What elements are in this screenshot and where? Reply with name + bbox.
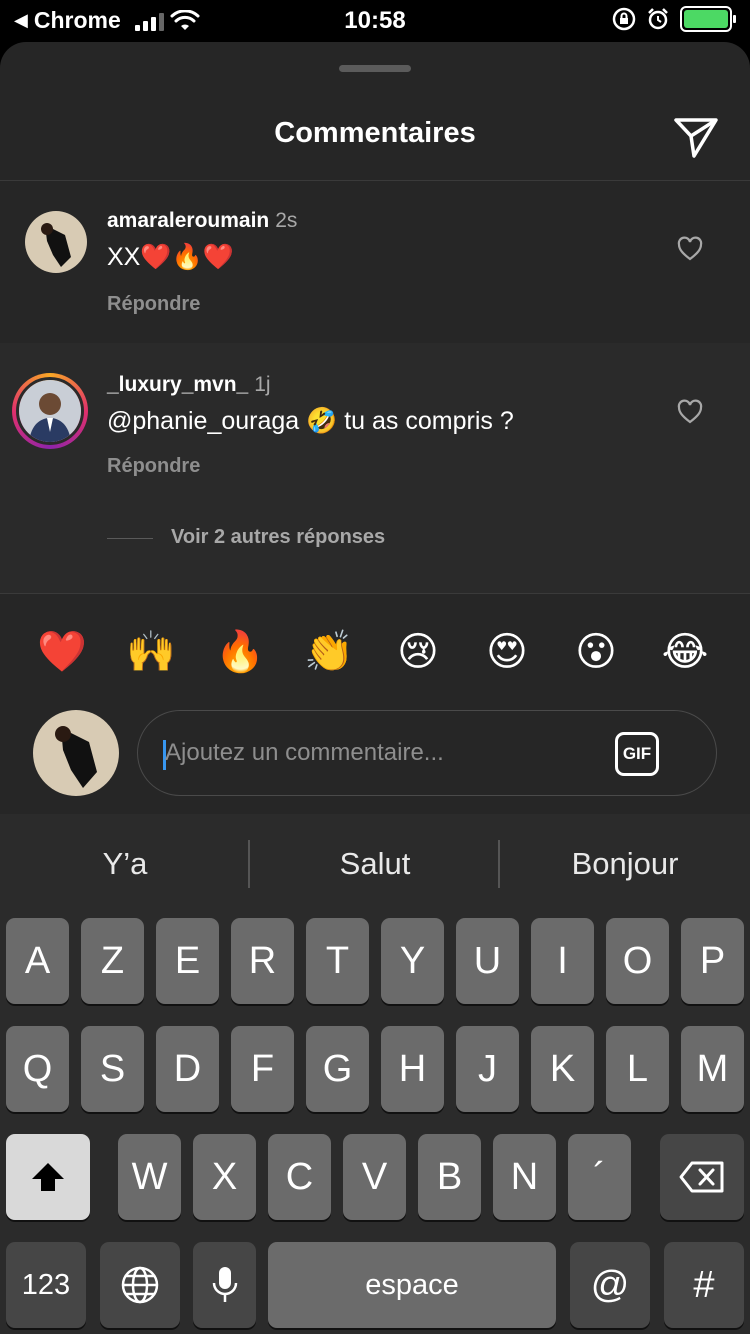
reaction-crying[interactable]: 😢: [388, 622, 448, 682]
avatar[interactable]: [25, 211, 87, 273]
keyboard: Y’a Salut Bonjour A Z E R T Y U I O P Q …: [0, 814, 750, 1334]
key-q[interactable]: Q: [6, 1026, 69, 1112]
key-o[interactable]: O: [606, 918, 669, 1004]
reaction-surprised[interactable]: 😮: [566, 622, 626, 682]
key-acute-accent[interactable]: ´: [568, 1134, 631, 1220]
status-right: [612, 6, 736, 32]
key-s[interactable]: S: [81, 1026, 144, 1112]
reactions-divider: [0, 593, 750, 594]
key-v[interactable]: V: [343, 1134, 406, 1220]
quick-reactions: ❤️ 🙌 🔥 👏 😢 😍 😮 😂: [0, 622, 750, 682]
username-text[interactable]: amaraleroumain: [107, 209, 269, 232]
reaction-heart-eyes[interactable]: 😍: [477, 622, 537, 682]
suggestion-3[interactable]: Bonjour: [500, 814, 750, 914]
view-more-replies-link[interactable]: Voir 2 autres réponses: [171, 526, 385, 549]
battery-icon: [680, 6, 736, 32]
suggestion-2[interactable]: Salut: [250, 814, 500, 914]
key-u[interactable]: U: [456, 918, 519, 1004]
more-replies-line: [107, 538, 153, 539]
globe-key[interactable]: [100, 1242, 180, 1328]
key-p[interactable]: P: [681, 918, 744, 1004]
comment-item: amaraleroumain 2s XX❤️🔥❤️ Répondre: [0, 181, 750, 343]
key-b[interactable]: B: [418, 1134, 481, 1220]
shift-icon: [32, 1163, 64, 1191]
hash-key[interactable]: #: [664, 1242, 744, 1328]
key-h[interactable]: H: [381, 1026, 444, 1112]
key-k[interactable]: K: [531, 1026, 594, 1112]
heart-icon[interactable]: [676, 398, 704, 426]
comment-input-placeholder: Ajoutez un commentaire...: [165, 739, 444, 766]
key-l[interactable]: L: [606, 1026, 669, 1112]
comment-time: 1j: [254, 373, 271, 396]
key-d[interactable]: D: [156, 1026, 219, 1112]
key-x[interactable]: X: [193, 1134, 256, 1220]
reply-button[interactable]: Répondre: [107, 455, 200, 478]
heart-icon[interactable]: [676, 235, 704, 263]
key-y[interactable]: Y: [381, 918, 444, 1004]
key-r[interactable]: R: [231, 918, 294, 1004]
sheet-grabber[interactable]: [339, 65, 411, 72]
key-g[interactable]: G: [306, 1026, 369, 1112]
globe-icon: [121, 1266, 159, 1304]
comment-text: XX❤️🔥❤️: [107, 243, 234, 271]
status-bar: ◀ Chrome 10:58: [0, 0, 750, 42]
key-n[interactable]: N: [493, 1134, 556, 1220]
avatar[interactable]: [16, 377, 84, 445]
suggestion-1[interactable]: Y’a: [0, 814, 250, 914]
comment-text: @phanie_ouraga 🤣 tu as compris ?: [107, 407, 514, 435]
comment-username[interactable]: _luxury_mvn_ 1j: [107, 373, 271, 397]
comment-time: 2s: [275, 209, 298, 232]
reaction-fire[interactable]: 🔥: [210, 622, 270, 682]
key-m[interactable]: M: [681, 1026, 744, 1112]
shift-key[interactable]: [6, 1134, 90, 1220]
comment-item: _luxury_mvn_ 1j @phanie_ouraga 🤣 tu as co…: [0, 343, 750, 593]
space-key[interactable]: espace: [268, 1242, 556, 1328]
reply-button[interactable]: Répondre: [107, 293, 200, 316]
key-e[interactable]: E: [156, 918, 219, 1004]
microphone-icon: [212, 1267, 237, 1302]
reaction-laughing[interactable]: 😂: [655, 622, 715, 682]
send-icon[interactable]: [672, 112, 720, 160]
key-c[interactable]: C: [268, 1134, 331, 1220]
reaction-raised-hands[interactable]: 🙌: [121, 622, 181, 682]
key-i[interactable]: I: [531, 918, 594, 1004]
key-f[interactable]: F: [231, 1026, 294, 1112]
orientation-lock-icon: [612, 7, 636, 31]
key-j[interactable]: J: [456, 1026, 519, 1112]
at-key[interactable]: @: [570, 1242, 650, 1328]
comment-username[interactable]: amaraleroumain 2s: [107, 209, 297, 233]
page-title: Commentaires: [274, 117, 476, 149]
dictation-key[interactable]: [193, 1242, 256, 1328]
key-w[interactable]: W: [118, 1134, 181, 1220]
comment-input[interactable]: Ajoutez un commentaire... GIF: [137, 710, 717, 796]
reaction-heart[interactable]: ❤️: [32, 622, 92, 682]
reaction-clap[interactable]: 👏: [299, 622, 359, 682]
current-user-avatar: [33, 710, 119, 796]
backspace-key[interactable]: [660, 1134, 744, 1220]
key-a[interactable]: A: [6, 918, 69, 1004]
avatar-story-ring[interactable]: [12, 373, 88, 449]
key-t[interactable]: T: [306, 918, 369, 1004]
username-text[interactable]: _luxury_mvn_: [107, 373, 248, 396]
gif-button[interactable]: GIF: [615, 732, 659, 776]
key-z[interactable]: Z: [81, 918, 144, 1004]
numbers-key[interactable]: 123: [6, 1242, 86, 1328]
backspace-icon: [679, 1161, 724, 1193]
alarm-icon: [648, 8, 668, 30]
comments-sheet: Commentaires amaraleroumain 2s XX❤️🔥❤️ Ré…: [0, 42, 750, 814]
